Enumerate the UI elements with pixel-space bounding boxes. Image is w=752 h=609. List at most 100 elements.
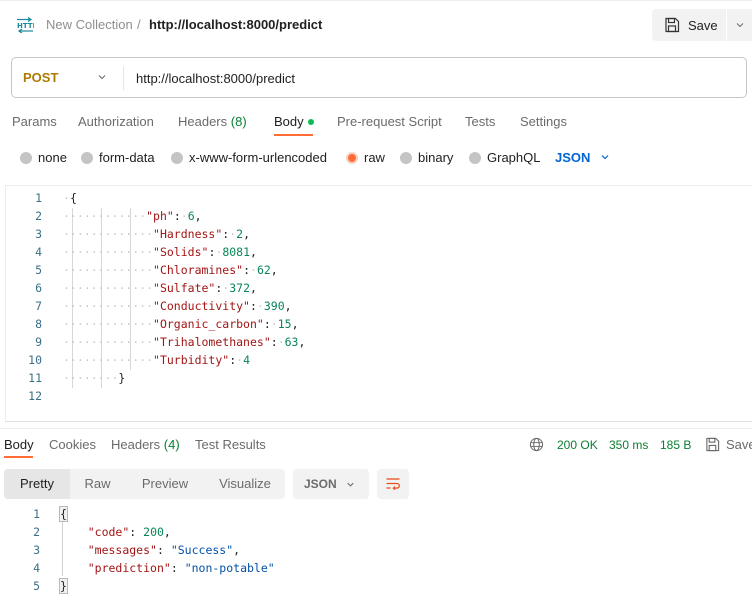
radio-circle-icon bbox=[20, 151, 32, 164]
code-line: 5} bbox=[0, 577, 740, 595]
radio-graphql[interactable]: GraphQL bbox=[469, 150, 540, 165]
response-tab-headers[interactable]: Headers (4) bbox=[111, 437, 180, 452]
json-quote: " bbox=[146, 209, 154, 223]
line-number: 4 bbox=[35, 245, 42, 259]
json-colon: : bbox=[263, 317, 271, 331]
tab-tests[interactable]: Tests bbox=[465, 114, 495, 129]
json-value: 200 bbox=[143, 525, 164, 539]
open-brace: { bbox=[59, 506, 68, 522]
json-key: code bbox=[94, 525, 123, 539]
json-comma: , bbox=[270, 263, 278, 277]
globe-icon[interactable] bbox=[529, 437, 544, 452]
json-quote: " bbox=[150, 543, 157, 557]
code-text: ·············"Organic_carbon":·15, bbox=[63, 315, 299, 333]
response-view-switcher: Pretty Raw Preview Visualize bbox=[4, 469, 285, 499]
json-colon: : bbox=[270, 335, 278, 349]
radio-label: raw bbox=[364, 150, 385, 165]
tab-params[interactable]: Params bbox=[12, 114, 57, 129]
whitespace-marker: · bbox=[250, 263, 257, 277]
json-quote: " bbox=[153, 263, 160, 277]
line-number: 10 bbox=[28, 353, 42, 367]
radio-label: x-www-form-urlencoded bbox=[189, 150, 327, 165]
code-text: ·············"Turbidity":·4 bbox=[63, 351, 250, 369]
json-comma: , bbox=[298, 335, 306, 349]
radio-form-data[interactable]: form-data bbox=[81, 150, 155, 165]
radio-binary[interactable]: binary bbox=[400, 150, 453, 165]
radio-circle-icon bbox=[469, 151, 481, 164]
line-number: 5 bbox=[33, 579, 40, 593]
whitespace-marker: ············· bbox=[63, 227, 154, 241]
tab-headers[interactable]: Headers (8) bbox=[178, 114, 247, 129]
view-pretty[interactable]: Pretty bbox=[4, 469, 70, 499]
response-body-viewer[interactable]: 1{2 "code": 200, 3 "messages": "Success",… bbox=[0, 505, 752, 605]
url-input[interactable] bbox=[136, 69, 726, 87]
line-number: 8 bbox=[35, 317, 42, 331]
method-select[interactable]: POST bbox=[23, 70, 58, 85]
code-text: ·············"Hardness":·2, bbox=[63, 225, 250, 243]
json-quote: " bbox=[163, 561, 171, 575]
view-visualize[interactable]: Visualize bbox=[205, 469, 285, 499]
request-name[interactable]: http://localhost:8000/predict bbox=[149, 17, 322, 32]
tab-body[interactable]: Body bbox=[274, 114, 314, 129]
whitespace-marker: ············· bbox=[63, 299, 154, 313]
json-key: Organic_carbon bbox=[159, 317, 257, 331]
save-button[interactable]: Save bbox=[652, 9, 726, 41]
chevron-down-icon[interactable] bbox=[599, 151, 611, 163]
json-colon: : bbox=[170, 561, 185, 575]
json-quote: " bbox=[263, 335, 271, 349]
radio-raw[interactable]: raw bbox=[346, 150, 385, 165]
json-quote: " bbox=[166, 209, 174, 223]
tab-settings[interactable]: Settings bbox=[520, 114, 567, 129]
whitespace-marker: · bbox=[256, 299, 264, 313]
view-preview[interactable]: Preview bbox=[125, 469, 205, 499]
response-size[interactable]: 185 B bbox=[660, 438, 691, 452]
response-tab-cookies[interactable]: Cookies bbox=[49, 437, 96, 452]
tab-authorization[interactable]: Authorization bbox=[78, 114, 154, 129]
json-quote: " bbox=[153, 353, 160, 367]
response-time[interactable]: 350 ms bbox=[609, 438, 648, 452]
breadcrumb-collection[interactable]: New Collection bbox=[46, 17, 133, 32]
body-language-select[interactable]: JSON bbox=[555, 150, 590, 165]
json-quote: " bbox=[153, 245, 160, 259]
response-format-label: JSON bbox=[304, 477, 337, 491]
response-tab-headers-count: (4) bbox=[163, 437, 180, 452]
save-icon bbox=[706, 437, 720, 452]
response-tab-test-results[interactable]: Test Results bbox=[195, 437, 266, 452]
section-divider bbox=[0, 428, 752, 429]
whitespace-marker: ············· bbox=[63, 281, 154, 295]
line-number: 3 bbox=[33, 543, 40, 557]
code-line: 6 ·············"Sulfate":·372, bbox=[6, 279, 746, 297]
json-value: "Success" bbox=[170, 543, 234, 557]
save-response-button[interactable]: Save bbox=[705, 437, 752, 452]
json-value: 63 bbox=[284, 335, 299, 349]
json-key: Hardness bbox=[159, 227, 216, 241]
radio-label: none bbox=[38, 150, 67, 165]
chevron-down-icon[interactable] bbox=[96, 71, 108, 83]
tab-pre-request-script[interactable]: Pre-request Script bbox=[337, 114, 442, 129]
code-line: 11 ········} bbox=[6, 369, 746, 387]
request-body-editor[interactable]: 1 ·{2 ············"ph":·6, 3 ·············"H… bbox=[5, 185, 752, 422]
code-text: "messages": "Success", bbox=[60, 541, 240, 559]
line-number: 3 bbox=[35, 227, 42, 241]
code-line: 4 ·············"Solids":·8081, bbox=[6, 243, 746, 261]
line-number: 4 bbox=[33, 561, 40, 575]
radio-x-www-form-urlencoded[interactable]: x-www-form-urlencoded bbox=[171, 150, 327, 165]
radio-circle-icon bbox=[171, 151, 183, 164]
save-options-button[interactable] bbox=[727, 9, 752, 41]
whitespace-marker: · bbox=[180, 209, 188, 223]
response-format-select[interactable]: JSON bbox=[293, 469, 369, 499]
json-comma: , bbox=[250, 245, 257, 259]
response-tab-body[interactable]: Body bbox=[4, 437, 34, 452]
json-value: 6 bbox=[187, 209, 195, 223]
whitespace-marker: · bbox=[277, 335, 285, 349]
json-value: 62 bbox=[256, 263, 271, 277]
view-raw[interactable]: Raw bbox=[70, 469, 125, 499]
code-line: 5 ·············"Chloramines":·62, bbox=[6, 261, 746, 279]
http-request-icon: HTTP bbox=[17, 17, 34, 33]
code-line: 2 "code": 200, bbox=[0, 523, 740, 541]
wrap-lines-button[interactable] bbox=[377, 469, 409, 499]
response-status[interactable]: 200 OK bbox=[557, 438, 598, 452]
radio-none[interactable]: none bbox=[20, 150, 67, 165]
